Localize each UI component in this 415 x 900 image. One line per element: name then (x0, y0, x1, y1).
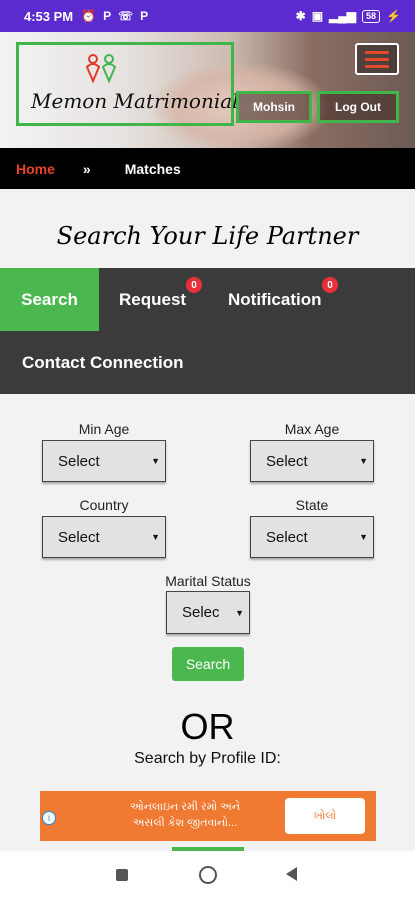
tab-request[interactable]: Request (119, 268, 186, 331)
paytm-icon: P (140, 9, 149, 23)
site-logo[interactable]: Memon Matrimonial (16, 42, 239, 126)
state-select[interactable]: Select ▼ (250, 516, 374, 558)
notification-count-badge: 0 (322, 277, 338, 293)
min-age-label: Min Age (78, 421, 130, 437)
tab-search[interactable]: Search (0, 268, 99, 331)
back-icon[interactable] (286, 867, 297, 881)
logo-hearts-icon (85, 54, 117, 84)
system-icons: ✱ ▣ ▂▄▆ 58 ⚡ (296, 9, 401, 23)
tab-contact-connection[interactable]: Contact Connection (22, 331, 184, 394)
tab-notification-label: Notification (228, 289, 322, 309)
info-icon[interactable]: i (42, 811, 56, 825)
dropdown-arrow-icon: ▼ (235, 607, 244, 618)
logo-text: Memon Matrimonial (31, 89, 239, 113)
marital-status-value: Selec (182, 604, 220, 621)
data-icon: ▣ (311, 9, 324, 23)
country-select[interactable]: Select ▼ (42, 516, 166, 558)
country-label: Country (79, 497, 129, 513)
bluetooth-icon: ✱ (295, 9, 306, 23)
max-age-select[interactable]: Select ▼ (250, 440, 374, 482)
breadcrumb-current: Matches (124, 160, 181, 177)
dropdown-arrow-icon: ▼ (359, 456, 368, 466)
ad-open-button[interactable]: ખોલો (285, 798, 365, 834)
ad-banner[interactable]: i ઓનલાઇન રમી રમો અને અસલી કેશ જીતવાનો...… (40, 791, 376, 841)
search-by-profile-id-label: Search by Profile ID: (134, 750, 281, 767)
marital-status-select[interactable]: Selec ▼ (166, 591, 250, 634)
paytm-icon: P (103, 9, 112, 23)
tab-notification[interactable]: Notification (228, 268, 322, 331)
page-title: Search Your Life Partner (56, 222, 359, 250)
breadcrumb-home-link[interactable]: Home (16, 161, 55, 177)
alarm-icon: ⏰ (81, 9, 97, 23)
marital-status-label: Marital Status (165, 573, 251, 589)
tab-bar: Search Request 0 Notification 0 Contact … (0, 268, 415, 394)
battery-icon: 58 (362, 9, 381, 23)
ad-text-line-2: અસલી કેશ જીતવાનો... (132, 817, 238, 829)
signal-icon: ▂▄▆ (329, 9, 357, 23)
dropdown-arrow-icon: ▼ (151, 532, 160, 542)
user-button[interactable]: Mohsin (236, 91, 312, 123)
logout-button[interactable]: Log Out (317, 91, 399, 123)
tab-request-label: Request (119, 289, 187, 309)
status-bar: 4:53 PM ⏰ P ☏ P ✱ ▣ ▂▄▆ 58 ⚡ (0, 0, 415, 32)
hamburger-icon[interactable] (355, 43, 399, 75)
home-icon[interactable] (199, 866, 217, 884)
ad-text-line-1: ઓનલાઇન રમી રમો અને (129, 801, 241, 813)
or-divider: OR (180, 706, 235, 747)
max-age-label: Max Age (284, 421, 340, 437)
whatsapp-icon: ☏ (118, 9, 134, 23)
recents-icon[interactable] (116, 869, 128, 881)
breadcrumb-separator: » (82, 160, 91, 177)
status-time: 4:53 PM (24, 8, 74, 24)
ad-text: ઓનલાઇન રમી રમો અને અસલી કેશ જીતવાનો... (85, 799, 285, 831)
min-age-select[interactable]: Select ▼ (42, 440, 166, 482)
dropdown-arrow-icon: ▼ (151, 456, 160, 466)
max-age-value: Select (266, 452, 308, 470)
notification-icons: ⏰ P ☏ P (81, 9, 148, 23)
min-age-value: Select (58, 452, 100, 470)
breadcrumb: Home » Matches (0, 148, 415, 189)
request-count-badge: 0 (186, 277, 202, 293)
search-button[interactable]: Search (172, 647, 244, 681)
country-value: Select (58, 528, 100, 546)
state-label: State (295, 497, 329, 513)
state-value: Select (266, 528, 308, 546)
charging-icon: ⚡ (386, 9, 401, 23)
dropdown-arrow-icon: ▼ (359, 532, 368, 542)
